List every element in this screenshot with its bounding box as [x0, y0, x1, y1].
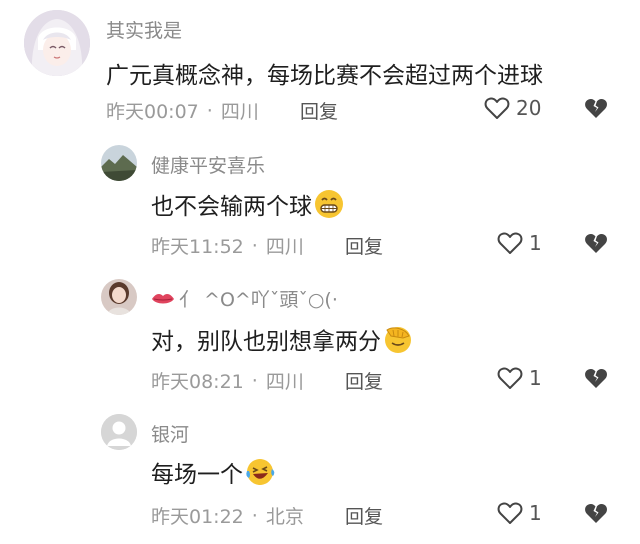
default-user-icon: [101, 414, 137, 450]
comment-text-body: 也不会输两个球: [151, 194, 312, 220]
reply-button[interactable]: 回复: [345, 232, 383, 259]
broken-heart-icon: [585, 504, 607, 523]
comment-username[interactable]: 银河: [151, 420, 189, 447]
like-count: 1: [529, 231, 542, 255]
reply-item: 健康平安喜乐 也不会输两个球 昨天11:52 · 四川 回复 1: [0, 140, 640, 270]
comment-username[interactable]: 其实我是: [106, 16, 182, 43]
anime-avatar-icon: [24, 10, 90, 76]
like-button[interactable]: 1: [497, 501, 542, 525]
comment-location: 四川: [265, 236, 304, 258]
comment-meta: 昨天08:21 · 四川: [151, 367, 304, 394]
separator-dot: ·: [206, 99, 213, 122]
like-count: 20: [516, 96, 542, 120]
comment-meta: 昨天11:52 · 四川: [151, 232, 304, 259]
avatar[interactable]: [101, 279, 137, 315]
comment-item: 其实我是 广元真概念神，每场比赛不会超过两个进球 昨天00:07 · 四川 回复…: [0, 0, 640, 140]
heart-icon: [497, 502, 523, 524]
comment-text: 也不会输两个球: [151, 187, 344, 221]
comment-text-body: 广元真概念神，每场比赛不会超过两个进球: [106, 63, 543, 89]
comment-time: 昨天00:07: [106, 101, 199, 123]
heart-icon: [497, 367, 523, 389]
comment-username[interactable]: 亻 ^O^吖ˇ頭ˇ○(·: [151, 285, 338, 312]
dislike-button[interactable]: [584, 501, 608, 529]
lips-icon: [152, 293, 174, 303]
like-count: 1: [529, 501, 542, 525]
grinning-face-icon: [315, 190, 343, 218]
separator-dot: ·: [251, 369, 258, 392]
broken-heart-icon: [585, 369, 607, 388]
broken-heart-icon: [585, 234, 607, 253]
comment-text: 每场一个: [151, 455, 275, 489]
dislike-button[interactable]: [584, 96, 608, 124]
comment-location: 四川: [220, 101, 259, 123]
comment-text-body: 每场一个: [151, 462, 243, 488]
comment-time: 昨天11:52: [151, 236, 244, 258]
reply-item: 亻 ^O^吖ˇ頭ˇ○(· 对，别队也别想拿两分 昨天08:21 · 四川 回复 …: [0, 275, 640, 410]
comment-text: 对，别队也别想拿两分: [151, 322, 413, 356]
landscape-avatar-icon: [101, 145, 137, 181]
comment-text: 广元真概念神，每场比赛不会超过两个进球: [106, 56, 543, 90]
comment-time: 昨天01:22: [151, 506, 244, 528]
avatar[interactable]: [24, 10, 90, 76]
like-button[interactable]: 1: [497, 366, 542, 390]
portrait-avatar-icon: [101, 279, 137, 315]
comment-location: 北京: [265, 506, 304, 528]
laughing-tears-icon: [246, 459, 275, 485]
like-button[interactable]: 20: [484, 96, 541, 120]
dislike-button[interactable]: [584, 231, 608, 259]
like-button[interactable]: 1: [497, 231, 542, 255]
comment-meta: 昨天00:07 · 四川: [106, 97, 259, 124]
comment-text-body: 对，别队也别想拿两分: [151, 329, 381, 355]
avatar[interactable]: [101, 145, 137, 181]
comment-time: 昨天08:21: [151, 371, 244, 393]
reply-button[interactable]: 回复: [300, 97, 338, 124]
heart-icon: [497, 232, 523, 254]
like-count: 1: [529, 366, 542, 390]
reply-item: 银河 每场一个 昨天01:22 · 北京 回复 1: [0, 410, 640, 544]
avatar[interactable]: [101, 414, 137, 450]
comment-location: 四川: [265, 371, 304, 393]
dislike-button[interactable]: [584, 366, 608, 394]
comment-username-text: 亻 ^O^吖ˇ頭ˇ○(·: [179, 289, 338, 311]
comment-username[interactable]: 健康平安喜乐: [151, 151, 265, 178]
separator-dot: ·: [251, 504, 258, 527]
separator-dot: ·: [251, 234, 258, 257]
face-palm-icon: [385, 327, 411, 353]
broken-heart-icon: [585, 99, 607, 118]
comment-meta: 昨天01:22 · 北京: [151, 502, 304, 529]
reply-button[interactable]: 回复: [345, 502, 383, 529]
reply-button[interactable]: 回复: [345, 367, 383, 394]
heart-icon: [484, 97, 510, 119]
